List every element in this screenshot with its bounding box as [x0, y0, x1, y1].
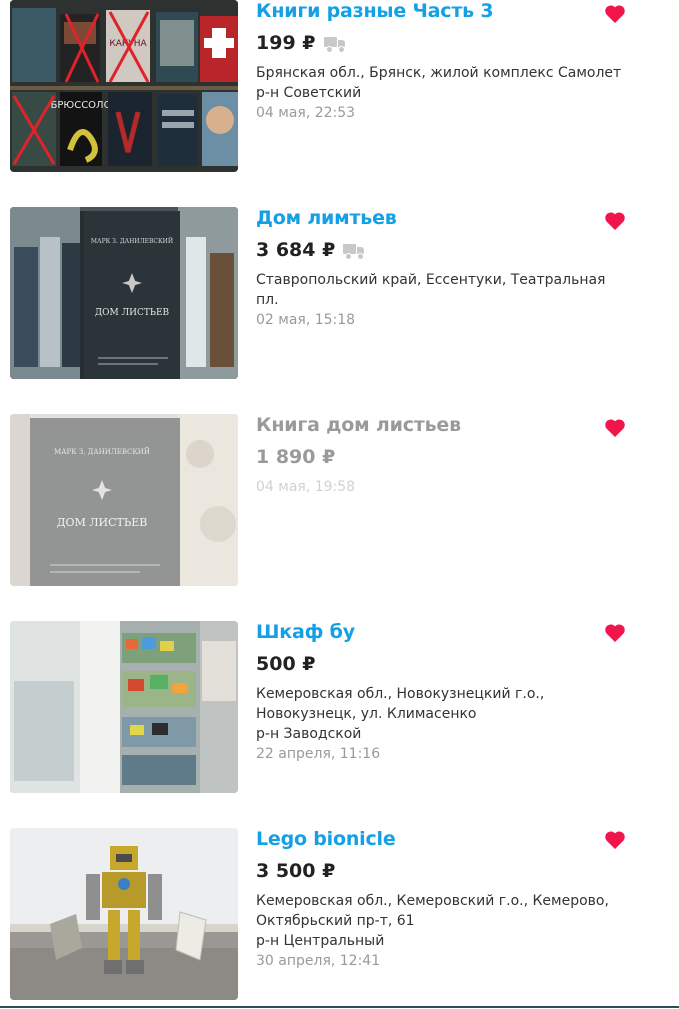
listing-price: 1 890 ₽	[256, 446, 336, 468]
price-row: 3 684 ₽	[256, 238, 365, 262]
listing-photo[interactable]: МАРК З. ДАНИЛЕВСКИЙ ДОМ ЛИСТЬЕВ	[10, 414, 238, 586]
delivery-truck-icon	[343, 243, 365, 260]
svg-text:ДОМ ЛИСТЬЕВ: ДОМ ЛИСТЬЕВ	[95, 308, 170, 318]
book-photo: МАРК З. ДАНИЛЕВСКИЙ ДОМ ЛИСТЬЕВ	[10, 414, 238, 586]
listing-price: 3 684 ₽	[256, 239, 336, 261]
book-photo: МАРК З. ДАНИЛЕВСКИЙ ДОМ ЛИСТЬЕВ	[10, 207, 238, 379]
price-row: 199 ₽	[256, 31, 346, 55]
listing-card[interactable]: Lego bionicle 3 500 ₽ Кемеровская обл., …	[0, 828, 679, 1008]
listing-price: 3 500 ₽	[256, 860, 336, 882]
price-row: 3 500 ₽	[256, 859, 335, 883]
listing-location: Кемеровская обл., Кемеровский г.о., Кеме…	[256, 891, 636, 971]
listing-title[interactable]: Книга дом листьев	[256, 414, 461, 436]
svg-text:БРЮССОЛО: БРЮССОЛО	[51, 100, 112, 111]
listing-location: Брянская обл., Брянск, жилой комплекс Са…	[256, 63, 636, 123]
listing-title[interactable]: Дом лимтьев	[256, 207, 397, 229]
listing-location: 04 мая, 19:58	[256, 477, 636, 497]
listing-date: 30 апреля, 12:41	[256, 953, 381, 969]
price-row: 500 ₽	[256, 652, 316, 676]
svg-text:МАРК З. ДАНИЛЕВСКИЙ: МАРК З. ДАНИЛЕВСКИЙ	[54, 447, 150, 456]
favorite-heart-icon[interactable]	[604, 623, 626, 643]
listing-photo[interactable]	[10, 828, 238, 1000]
listing-date: 02 мая, 15:18	[256, 312, 356, 328]
cabinet-photo	[10, 621, 238, 793]
bottom-divider	[0, 1006, 679, 1008]
listing-photo[interactable]: МАРК З. ДАНИЛЕВСКИЙ ДОМ ЛИСТЬЕВ	[10, 207, 238, 379]
listing-title[interactable]: Шкаф бу	[256, 621, 355, 643]
listing-title[interactable]: Книги разные Часть 3	[256, 0, 494, 22]
listing-date: 04 мая, 22:53	[256, 105, 356, 121]
price-row: 1 890 ₽	[256, 445, 335, 469]
listing-price: 500 ₽	[256, 653, 316, 675]
listing-card[interactable]: МАРК З. ДАНИЛЕВСКИЙ ДОМ ЛИСТЬЕВ Книга до…	[0, 414, 679, 594]
lego-photo	[10, 828, 238, 1000]
listing-photo[interactable]: КАКУНА БРЮССОЛО	[10, 0, 238, 172]
listing-location: Кемеровская обл., Новокузнецкий г.о., Но…	[256, 684, 636, 764]
listing-price: 199 ₽	[256, 32, 316, 54]
favorite-heart-icon[interactable]	[604, 211, 626, 231]
listing-card[interactable]: КАКУНА БРЮССОЛО	[0, 0, 679, 180]
delivery-truck-icon	[323, 36, 346, 53]
favorite-heart-icon[interactable]	[604, 4, 626, 24]
listing-photo[interactable]	[10, 621, 238, 793]
svg-text:МАРК З. ДАНИЛЕВСКИЙ: МАРК З. ДАНИЛЕВСКИЙ	[91, 237, 173, 245]
listing-title[interactable]: Lego bionicle	[256, 828, 396, 850]
favorite-heart-icon[interactable]	[604, 418, 626, 438]
svg-text:ДОМ ЛИСТЬЕВ: ДОМ ЛИСТЬЕВ	[57, 516, 148, 529]
listing-card[interactable]: МАРК З. ДАНИЛЕВСКИЙ ДОМ ЛИСТЬЕВ Дом лимт…	[0, 207, 679, 387]
listing-date: 22 апреля, 11:16	[256, 746, 381, 762]
favorite-heart-icon[interactable]	[604, 830, 626, 850]
listing-date: 04 мая, 19:58	[256, 479, 356, 495]
listing-location: Ставропольский край, Ессентуки, Театраль…	[256, 270, 636, 330]
listing-card[interactable]: Шкаф бу 500 ₽ Кемеровская обл., Новокузн…	[0, 621, 679, 801]
books-photo: КАКУНА БРЮССОЛО	[10, 0, 238, 172]
